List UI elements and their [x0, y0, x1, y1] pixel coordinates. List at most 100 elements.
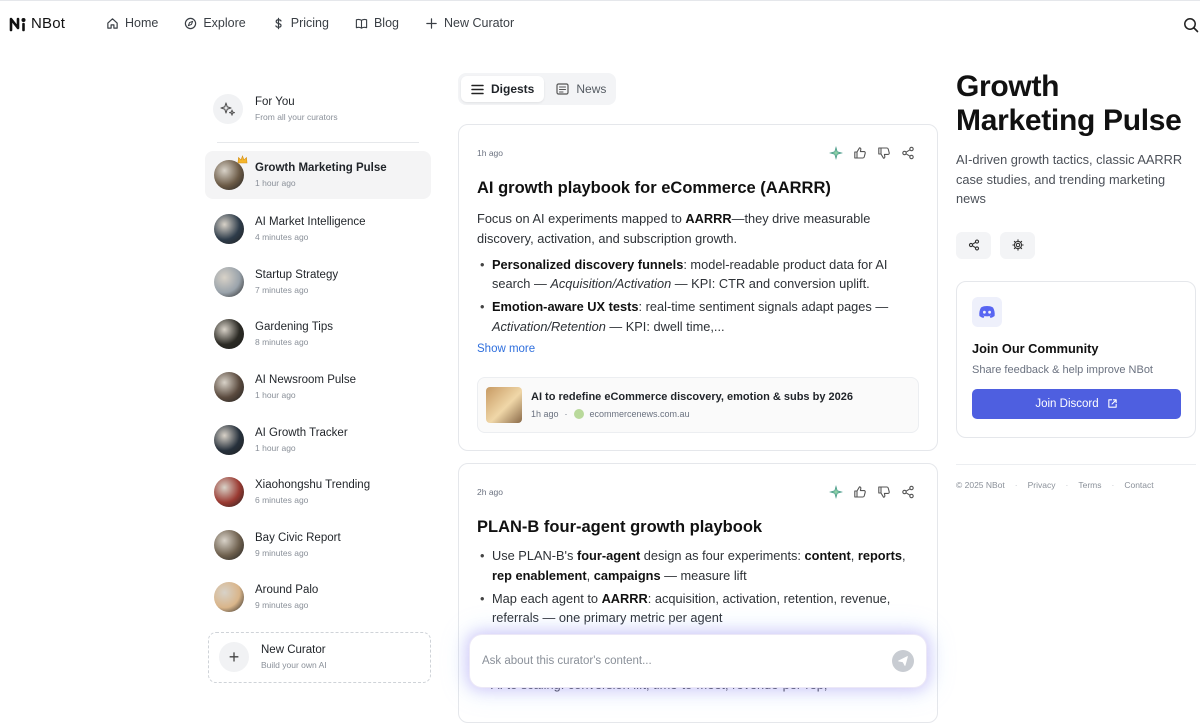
- nav-home[interactable]: Home: [106, 16, 158, 30]
- new-curator-title: New Curator: [261, 644, 326, 657]
- newspaper-icon: [556, 83, 569, 95]
- logo[interactable]: NBot: [9, 15, 65, 32]
- curator-list: Growth Marketing Pulse 1 hour ago AI Marke…: [205, 151, 431, 624]
- ask-input[interactable]: [482, 655, 892, 667]
- curator-name: Growth Marketing Pulse: [255, 162, 387, 174]
- privacy-link[interactable]: Privacy: [1028, 480, 1056, 490]
- source-domain: ecommercenews.com.au: [589, 409, 690, 419]
- curator-updated-time: 7 minutes ago: [255, 284, 309, 295]
- curator-name: AI Newsroom Pulse: [255, 374, 356, 387]
- share-button[interactable]: [956, 231, 991, 259]
- sidebar-curator-item[interactable]: Around Palo 9 minutes ago: [205, 571, 431, 624]
- discord-icon: [972, 296, 1002, 327]
- sidebar-curator-item[interactable]: AI Market Intelligence 4 minutes ago: [205, 203, 431, 256]
- community-card: Join Our Community Share feedback & help…: [956, 280, 1196, 438]
- contact-link[interactable]: Contact: [1124, 480, 1153, 490]
- curator-details-panel: Growth Marketing Pulse AI-driven growth …: [956, 70, 1196, 490]
- sidebar-curator-item[interactable]: Startup Strategy 7 minutes ago: [205, 256, 431, 309]
- curator-name: Gardening Tips: [255, 321, 333, 334]
- card-time: 2h ago: [477, 487, 503, 497]
- avatar: [214, 529, 244, 560]
- nav-new-curator-label: New Curator: [443, 16, 515, 30]
- book-icon: [355, 18, 368, 29]
- sparkle-icon[interactable]: [829, 146, 843, 160]
- curator-updated-time: 4 minutes ago: [255, 232, 309, 243]
- thumbs-up-icon[interactable]: [853, 146, 867, 160]
- curator-name: AI Growth Tracker: [255, 426, 348, 439]
- curator-updated-time: 1 hour ago: [255, 178, 296, 188]
- sidebar-curator-item[interactable]: Gardening Tips 8 minutes ago: [205, 308, 431, 361]
- sidebar-curator-item[interactable]: Xiaohongshu Trending 6 minutes ago: [205, 466, 431, 519]
- thumbs-up-icon[interactable]: [853, 485, 867, 499]
- logo-icon: [9, 17, 26, 31]
- community-title: Join Our Community: [972, 340, 1099, 356]
- tab-news-label: News: [576, 82, 607, 96]
- sidebar-curator-item[interactable]: AI Newsroom Pulse 1 hour ago: [205, 361, 431, 414]
- list-item: Map each agent to AARRR: acquisition, ac…: [477, 589, 919, 629]
- join-discord-label: Join Discord: [1035, 397, 1099, 410]
- footer-separator: ·: [1111, 479, 1115, 490]
- nav-blog[interactable]: Blog: [355, 16, 399, 30]
- footer-separator: ·: [1014, 479, 1018, 490]
- avatar: [214, 266, 244, 297]
- list-item: Emotion-aware UX tests: real-time sentim…: [477, 297, 919, 337]
- nav-new-curator[interactable]: New Curator: [425, 16, 514, 30]
- curator-name: Around Palo: [255, 584, 319, 597]
- thumbs-down-icon[interactable]: [877, 485, 891, 499]
- new-curator-button[interactable]: + New Curator Build your own AI: [208, 631, 431, 683]
- nav-explore[interactable]: Explore: [184, 16, 246, 30]
- sidebar-item-for-you[interactable]: For You From all your curators: [205, 84, 431, 134]
- tab-news[interactable]: News: [546, 76, 616, 102]
- ask-bar: [470, 635, 926, 687]
- curator-updated-time: 9 minutes ago: [255, 547, 309, 558]
- share-icon[interactable]: [901, 485, 915, 499]
- sidebar-divider: [217, 142, 419, 143]
- gear-icon: [1011, 239, 1024, 251]
- list-item: Use PLAN-B's four-agent design as four e…: [477, 546, 919, 586]
- sidebar-curator-item[interactable]: Bay Civic Report 9 minutes ago: [205, 519, 431, 572]
- sidebar-curator-item[interactable]: Growth Marketing Pulse 1 hour ago: [205, 151, 431, 199]
- avatar: [214, 155, 248, 190]
- sparkles-icon: [213, 94, 243, 124]
- share-icon: [968, 239, 979, 251]
- avatar: [214, 477, 244, 508]
- card-actions: [829, 485, 915, 499]
- card-title: PLAN-B four-agent growth playbook: [477, 518, 763, 536]
- share-icon[interactable]: [901, 146, 915, 160]
- top-navbar: NBot Home Explore Pricing Blog New Curat…: [0, 0, 1200, 48]
- dollar-icon: [275, 17, 282, 29]
- nav-pricing[interactable]: Pricing: [272, 16, 329, 30]
- sparkle-icon[interactable]: [829, 485, 843, 499]
- plus-icon: +: [219, 642, 249, 673]
- terms-link[interactable]: Terms: [1078, 480, 1101, 490]
- curator-updated-time: 9 minutes ago: [255, 600, 309, 611]
- brand-name: NBot: [31, 15, 66, 32]
- nav-blog-label: Blog: [373, 16, 399, 30]
- tab-digests[interactable]: Digests: [461, 76, 545, 102]
- join-discord-button[interactable]: Join Discord: [972, 388, 1181, 419]
- curator-name: Bay Civic Report: [255, 531, 341, 544]
- curator-description: AI-driven growth tactics, classic AARRR …: [956, 152, 1183, 207]
- avatar: [214, 214, 244, 245]
- digest-card: 1h ago AI growth playbook for eCommerce …: [458, 124, 938, 451]
- list-item: Personalized discovery funnels: model-re…: [477, 255, 919, 295]
- card-intro: Focus on AI experiments mapped to AARRR—…: [477, 211, 871, 246]
- source-link[interactable]: AI to redefine eCommerce discovery, emot…: [477, 377, 919, 433]
- card-body: Use PLAN-B's four-agent design as four e…: [477, 546, 919, 631]
- show-more-link[interactable]: Show more: [477, 340, 919, 360]
- search-icon[interactable]: [1183, 17, 1199, 33]
- card-time: 1h ago: [477, 148, 503, 158]
- thumbs-down-icon[interactable]: [877, 146, 891, 160]
- card-body: Focus on AI experiments mapped to AARRR—…: [477, 209, 919, 360]
- nav-explore-label: Explore: [203, 16, 246, 30]
- send-button[interactable]: [892, 650, 914, 672]
- footer-separator: ·: [1065, 479, 1069, 490]
- send-icon: [898, 656, 908, 666]
- external-link-icon: [1107, 399, 1117, 408]
- settings-button[interactable]: [1000, 231, 1035, 259]
- curator-actions: [956, 231, 1196, 259]
- curator-updated-time: 1 hour ago: [255, 390, 296, 401]
- sidebar-curator-item[interactable]: AI Growth Tracker 1 hour ago: [205, 413, 431, 466]
- avatar: [214, 424, 244, 455]
- curator-name: Xiaohongshu Trending: [255, 479, 371, 492]
